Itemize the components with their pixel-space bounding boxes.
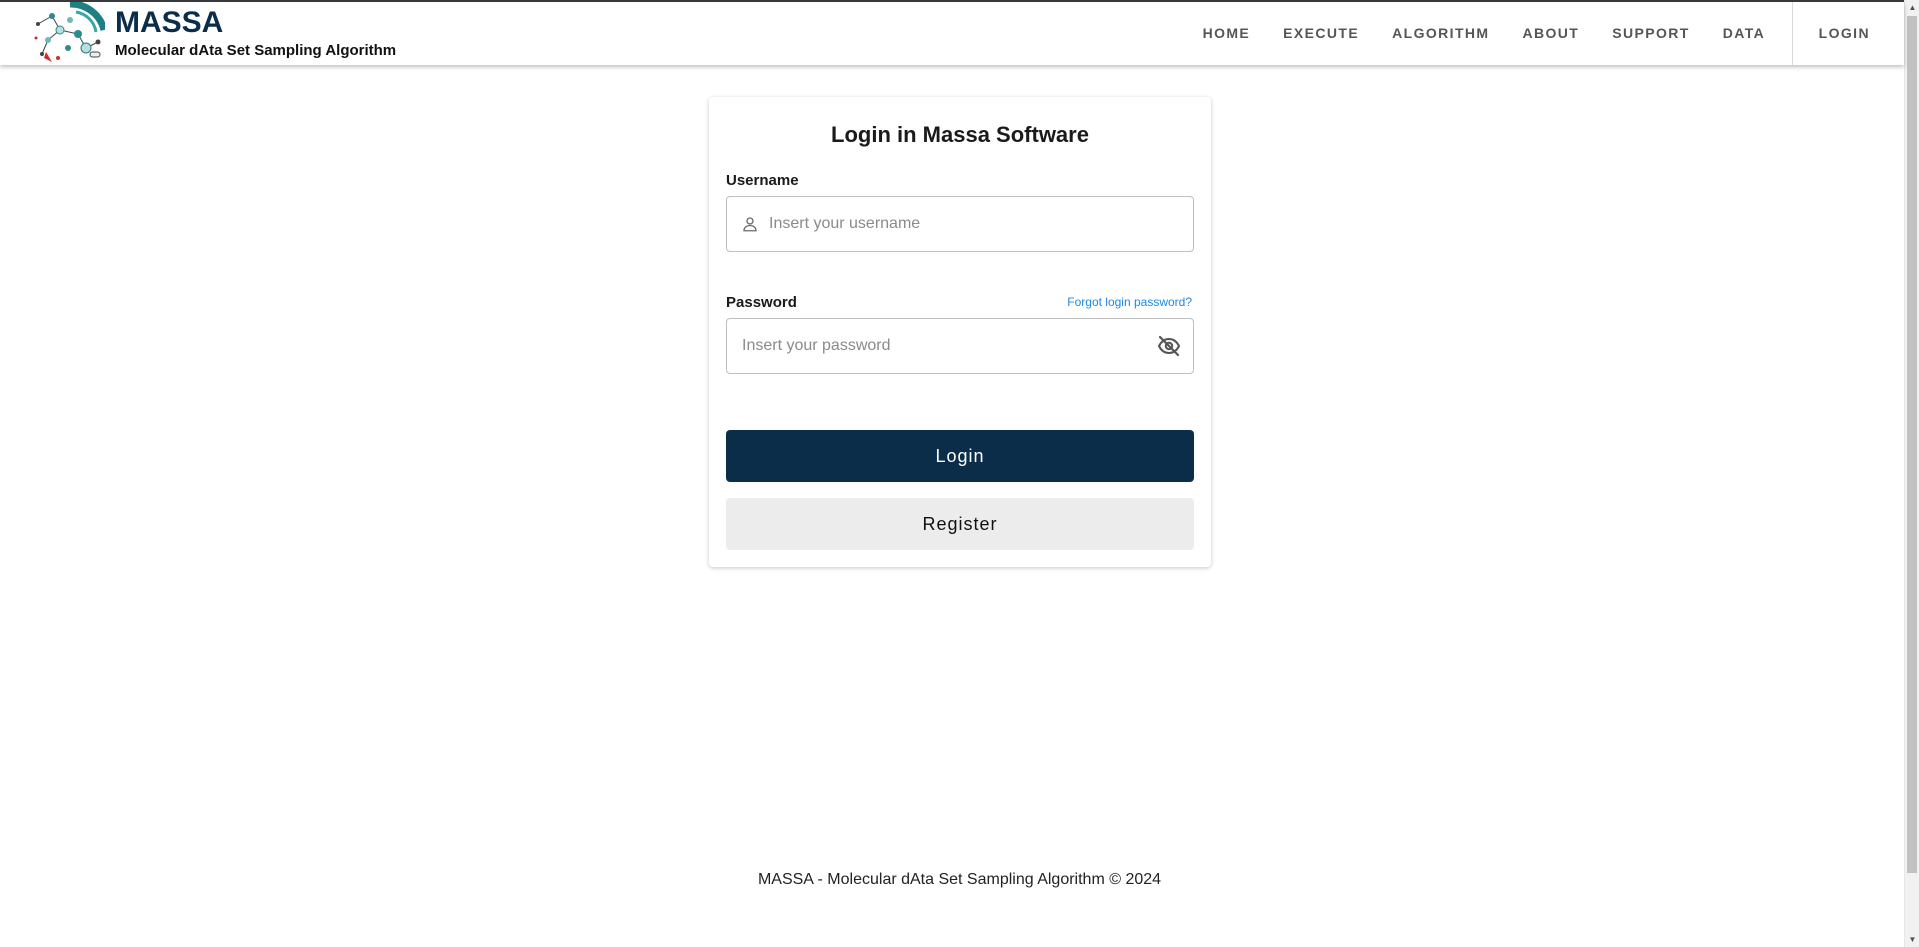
nav-algorithm[interactable]: ALGORITHM bbox=[1376, 2, 1506, 65]
username-label: Username bbox=[726, 172, 799, 189]
brand-title[interactable]: MASSA bbox=[115, 7, 396, 39]
brand[interactable]: MASSA Molecular dAta Set Sampling Algori… bbox=[30, 2, 396, 65]
nav-home[interactable]: HOME bbox=[1186, 2, 1267, 65]
password-label: Password bbox=[726, 294, 797, 311]
username-field[interactable] bbox=[726, 196, 1194, 252]
forgot-password-link[interactable]: Forgot login password? bbox=[1067, 295, 1192, 309]
nav-support[interactable]: SUPPORT bbox=[1596, 2, 1706, 65]
register-button[interactable]: Register bbox=[726, 498, 1194, 550]
footer: MASSA - Molecular dAta Set Sampling Algo… bbox=[757, 871, 1162, 888]
nav-data[interactable]: DATA bbox=[1706, 2, 1781, 65]
nav-login[interactable]: LOGIN bbox=[1793, 2, 1904, 65]
navbar: MASSA Molecular dAta Set Sampling Algori… bbox=[0, 2, 1904, 65]
vertical-scrollbar[interactable]: ▲ ▼ bbox=[1904, 0, 1919, 947]
scroll-thumb[interactable] bbox=[1907, 16, 1917, 873]
login-title: Login in Massa Software bbox=[831, 122, 1089, 147]
login-button[interactable]: Login bbox=[726, 430, 1194, 482]
eye-off-icon[interactable] bbox=[1157, 334, 1181, 358]
user-icon bbox=[743, 217, 757, 232]
brand-subtitle: Molecular dAta Set Sampling Algorithm bbox=[115, 42, 397, 59]
nav-execute[interactable]: EXECUTE bbox=[1267, 2, 1376, 65]
password-field[interactable] bbox=[726, 318, 1194, 374]
molecular-logo-icon[interactable] bbox=[30, 2, 105, 65]
password-input[interactable] bbox=[727, 319, 1157, 373]
nav-about[interactable]: ABOUT bbox=[1506, 2, 1596, 65]
login-card: Login in Massa Software Username Passwor… bbox=[709, 97, 1211, 567]
scroll-down-arrow-icon[interactable]: ▼ bbox=[1905, 932, 1919, 947]
username-input[interactable] bbox=[769, 197, 1193, 251]
main-nav: HOME EXECUTE ALGORITHM ABOUT SUPPORT DAT… bbox=[1186, 2, 1904, 65]
scroll-up-arrow-icon[interactable]: ▲ bbox=[1905, 0, 1919, 15]
